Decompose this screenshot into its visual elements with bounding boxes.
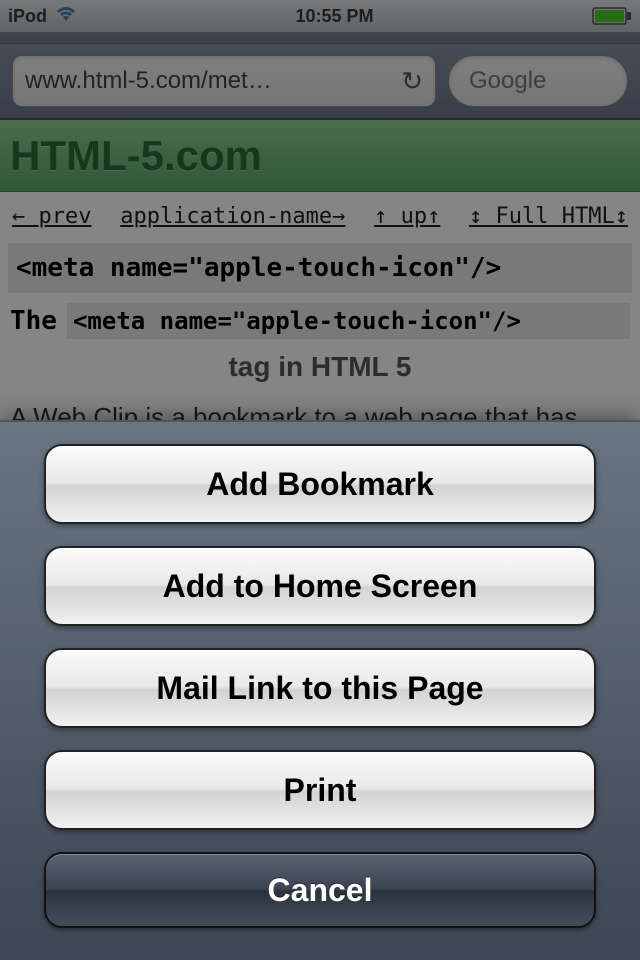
- add-home-screen-button[interactable]: Add to Home Screen: [44, 546, 596, 626]
- action-sheet: Add Bookmark Add to Home Screen Mail Lin…: [0, 420, 640, 960]
- print-button[interactable]: Print: [44, 750, 596, 830]
- cancel-button[interactable]: Cancel: [44, 852, 596, 928]
- add-bookmark-button[interactable]: Add Bookmark: [44, 444, 596, 524]
- mail-link-button[interactable]: Mail Link to this Page: [44, 648, 596, 728]
